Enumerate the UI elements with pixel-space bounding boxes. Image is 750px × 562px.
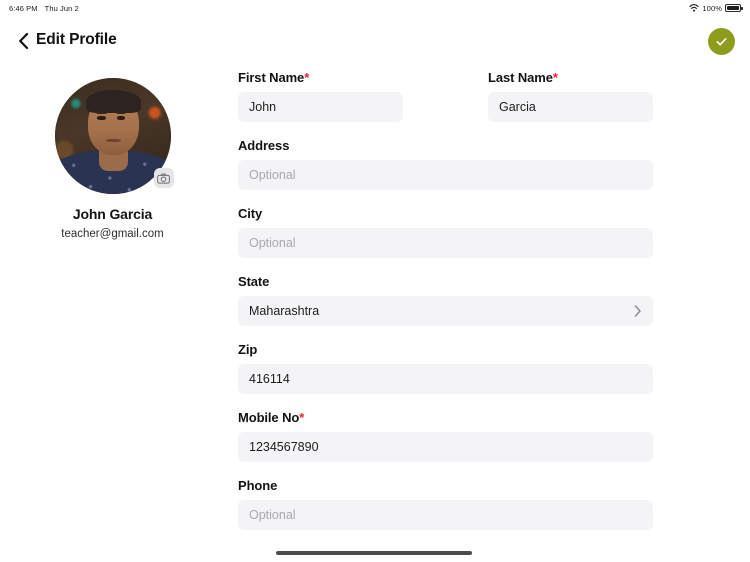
label-phone: Phone — [238, 478, 278, 493]
label-zip: Zip — [238, 342, 258, 357]
input-phone[interactable]: Optional — [238, 500, 653, 530]
field-state: State Maharashtra — [238, 274, 653, 326]
profile-name: John Garcia — [72, 206, 153, 222]
status-bar-left: 6:46 PM Thu Jun 2 — [9, 4, 79, 13]
label-mobile-no: Mobile No* — [238, 410, 305, 425]
input-city[interactable]: Optional — [238, 228, 653, 258]
field-first-name: First Name* John — [238, 70, 403, 122]
field-address: Address Optional — [238, 138, 653, 190]
chevron-right-icon — [634, 305, 642, 318]
select-state-value: Maharashtra — [249, 304, 320, 318]
wifi-icon — [689, 4, 699, 12]
input-first-name[interactable]: John — [238, 92, 403, 122]
label-last-name: Last Name* — [488, 70, 558, 85]
field-mobile-no: Mobile No* 1234567890 — [238, 410, 653, 462]
field-phone: Phone Optional — [238, 478, 653, 530]
profile-panel: John Garcia teacher@gmail.com — [0, 78, 225, 240]
avatar-wrapper — [54, 78, 174, 194]
status-date: Thu Jun 2 — [44, 3, 79, 13]
input-zip[interactable]: 416114 — [238, 364, 653, 394]
chevron-left-icon — [18, 32, 28, 50]
back-button[interactable] — [12, 30, 34, 52]
label-state: State — [238, 274, 270, 289]
header-bar: Edit Profile — [0, 24, 750, 60]
input-mobile-no[interactable]: 1234567890 — [238, 432, 653, 462]
status-bar-right: 100% — [689, 3, 743, 13]
save-button[interactable] — [708, 28, 735, 55]
change-photo-button[interactable] — [153, 168, 174, 188]
profile-form: First Name* John Last Name* Garcia Addre… — [238, 70, 653, 530]
select-state[interactable]: Maharashtra — [238, 296, 653, 326]
label-address: Address — [238, 138, 290, 153]
label-first-name: First Name* — [238, 70, 310, 85]
field-zip: Zip 416114 — [238, 342, 653, 394]
input-last-name[interactable]: Garcia — [488, 92, 653, 122]
required-marker: * — [552, 70, 558, 85]
battery-full-icon — [725, 4, 743, 12]
profile-email: teacher@gmail.com — [61, 228, 164, 240]
label-city: City — [238, 206, 263, 221]
check-icon — [716, 38, 727, 46]
name-row: First Name* John Last Name* Garcia — [238, 70, 653, 122]
camera-icon — [157, 172, 170, 184]
edit-profile-screen: 6:46 PM Thu Jun 2 100% Edit Profile John… — [0, 0, 750, 562]
status-bar: 6:46 PM Thu Jun 2 100% — [0, 0, 750, 16]
page-title: Edit Profile — [36, 31, 117, 48]
status-time: 6:46 PM — [9, 3, 38, 13]
battery-percent: 100% — [702, 3, 722, 13]
home-indicator[interactable] — [276, 551, 472, 555]
required-marker: * — [304, 70, 310, 85]
field-last-name: Last Name* Garcia — [488, 70, 653, 122]
required-marker: * — [299, 410, 305, 425]
field-city: City Optional — [238, 206, 653, 258]
input-address[interactable]: Optional — [238, 160, 653, 190]
